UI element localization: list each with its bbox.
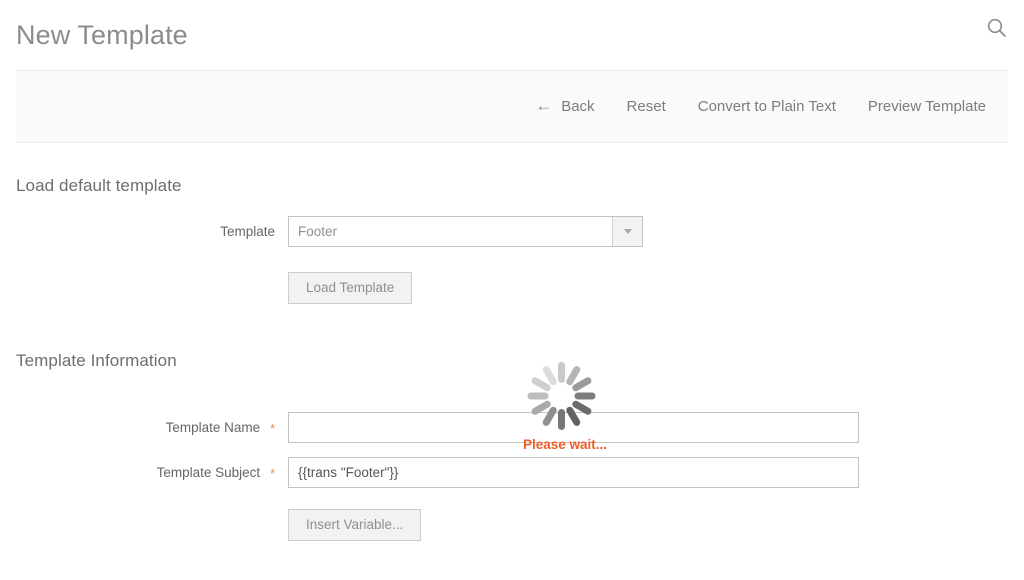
chevron-down-icon (623, 229, 632, 234)
preview-template-button[interactable]: Preview Template (852, 93, 1002, 120)
template-subject-label-text: Template Subject (156, 465, 261, 480)
template-subject-label: Template Subject * (16, 465, 288, 481)
back-button[interactable]: ← Back (523, 92, 610, 121)
template-select-row: Template Footer (16, 216, 1008, 247)
template-select-control: Footer (288, 216, 1008, 247)
required-asterisk-icon: * (269, 421, 275, 436)
load-template-button-control: Load Template (288, 272, 1008, 304)
template-select-label: Template (220, 224, 275, 239)
template-name-row: Template Name * (16, 412, 1008, 443)
arrow-left-icon: ← (535, 96, 553, 115)
insert-variable-button[interactable]: Insert Variable... (288, 509, 422, 541)
insert-variable-control: Insert Variable... (288, 509, 1008, 541)
template-subject-control (288, 457, 1008, 488)
back-button-label: Back (561, 98, 595, 115)
template-name-label: Template Name * (16, 420, 288, 436)
template-select-value: Footer (298, 224, 338, 239)
template-subject-input[interactable] (288, 457, 859, 488)
page-header: New Template (0, 0, 1024, 70)
convert-to-plain-text-button[interactable]: Convert to Plain Text (682, 93, 852, 120)
template-select-toggle[interactable] (612, 217, 642, 246)
reset-button[interactable]: Reset (611, 93, 682, 120)
template-information-heading: Template Information (16, 351, 177, 370)
page-title: New Template (16, 19, 188, 50)
load-template-button-row: Load Template (16, 272, 1008, 304)
load-default-template-heading: Load default template (16, 176, 182, 195)
search-icon (986, 17, 1007, 38)
main-content: Load default template Template Footer Lo… (0, 176, 1024, 541)
page-actions-toolbar: ← Back Reset Convert to Plain Text Previ… (16, 70, 1008, 143)
template-name-label-text: Template Name (165, 420, 261, 435)
required-asterisk-icon: * (269, 466, 275, 481)
template-name-input[interactable] (288, 412, 859, 443)
insert-variable-row: Insert Variable... (16, 509, 1008, 541)
load-template-button[interactable]: Load Template (288, 272, 413, 304)
template-name-control (288, 412, 1008, 443)
template-subject-row: Template Subject * (16, 457, 1008, 488)
search-button[interactable] (981, 12, 1011, 42)
template-select[interactable]: Footer (288, 216, 643, 247)
